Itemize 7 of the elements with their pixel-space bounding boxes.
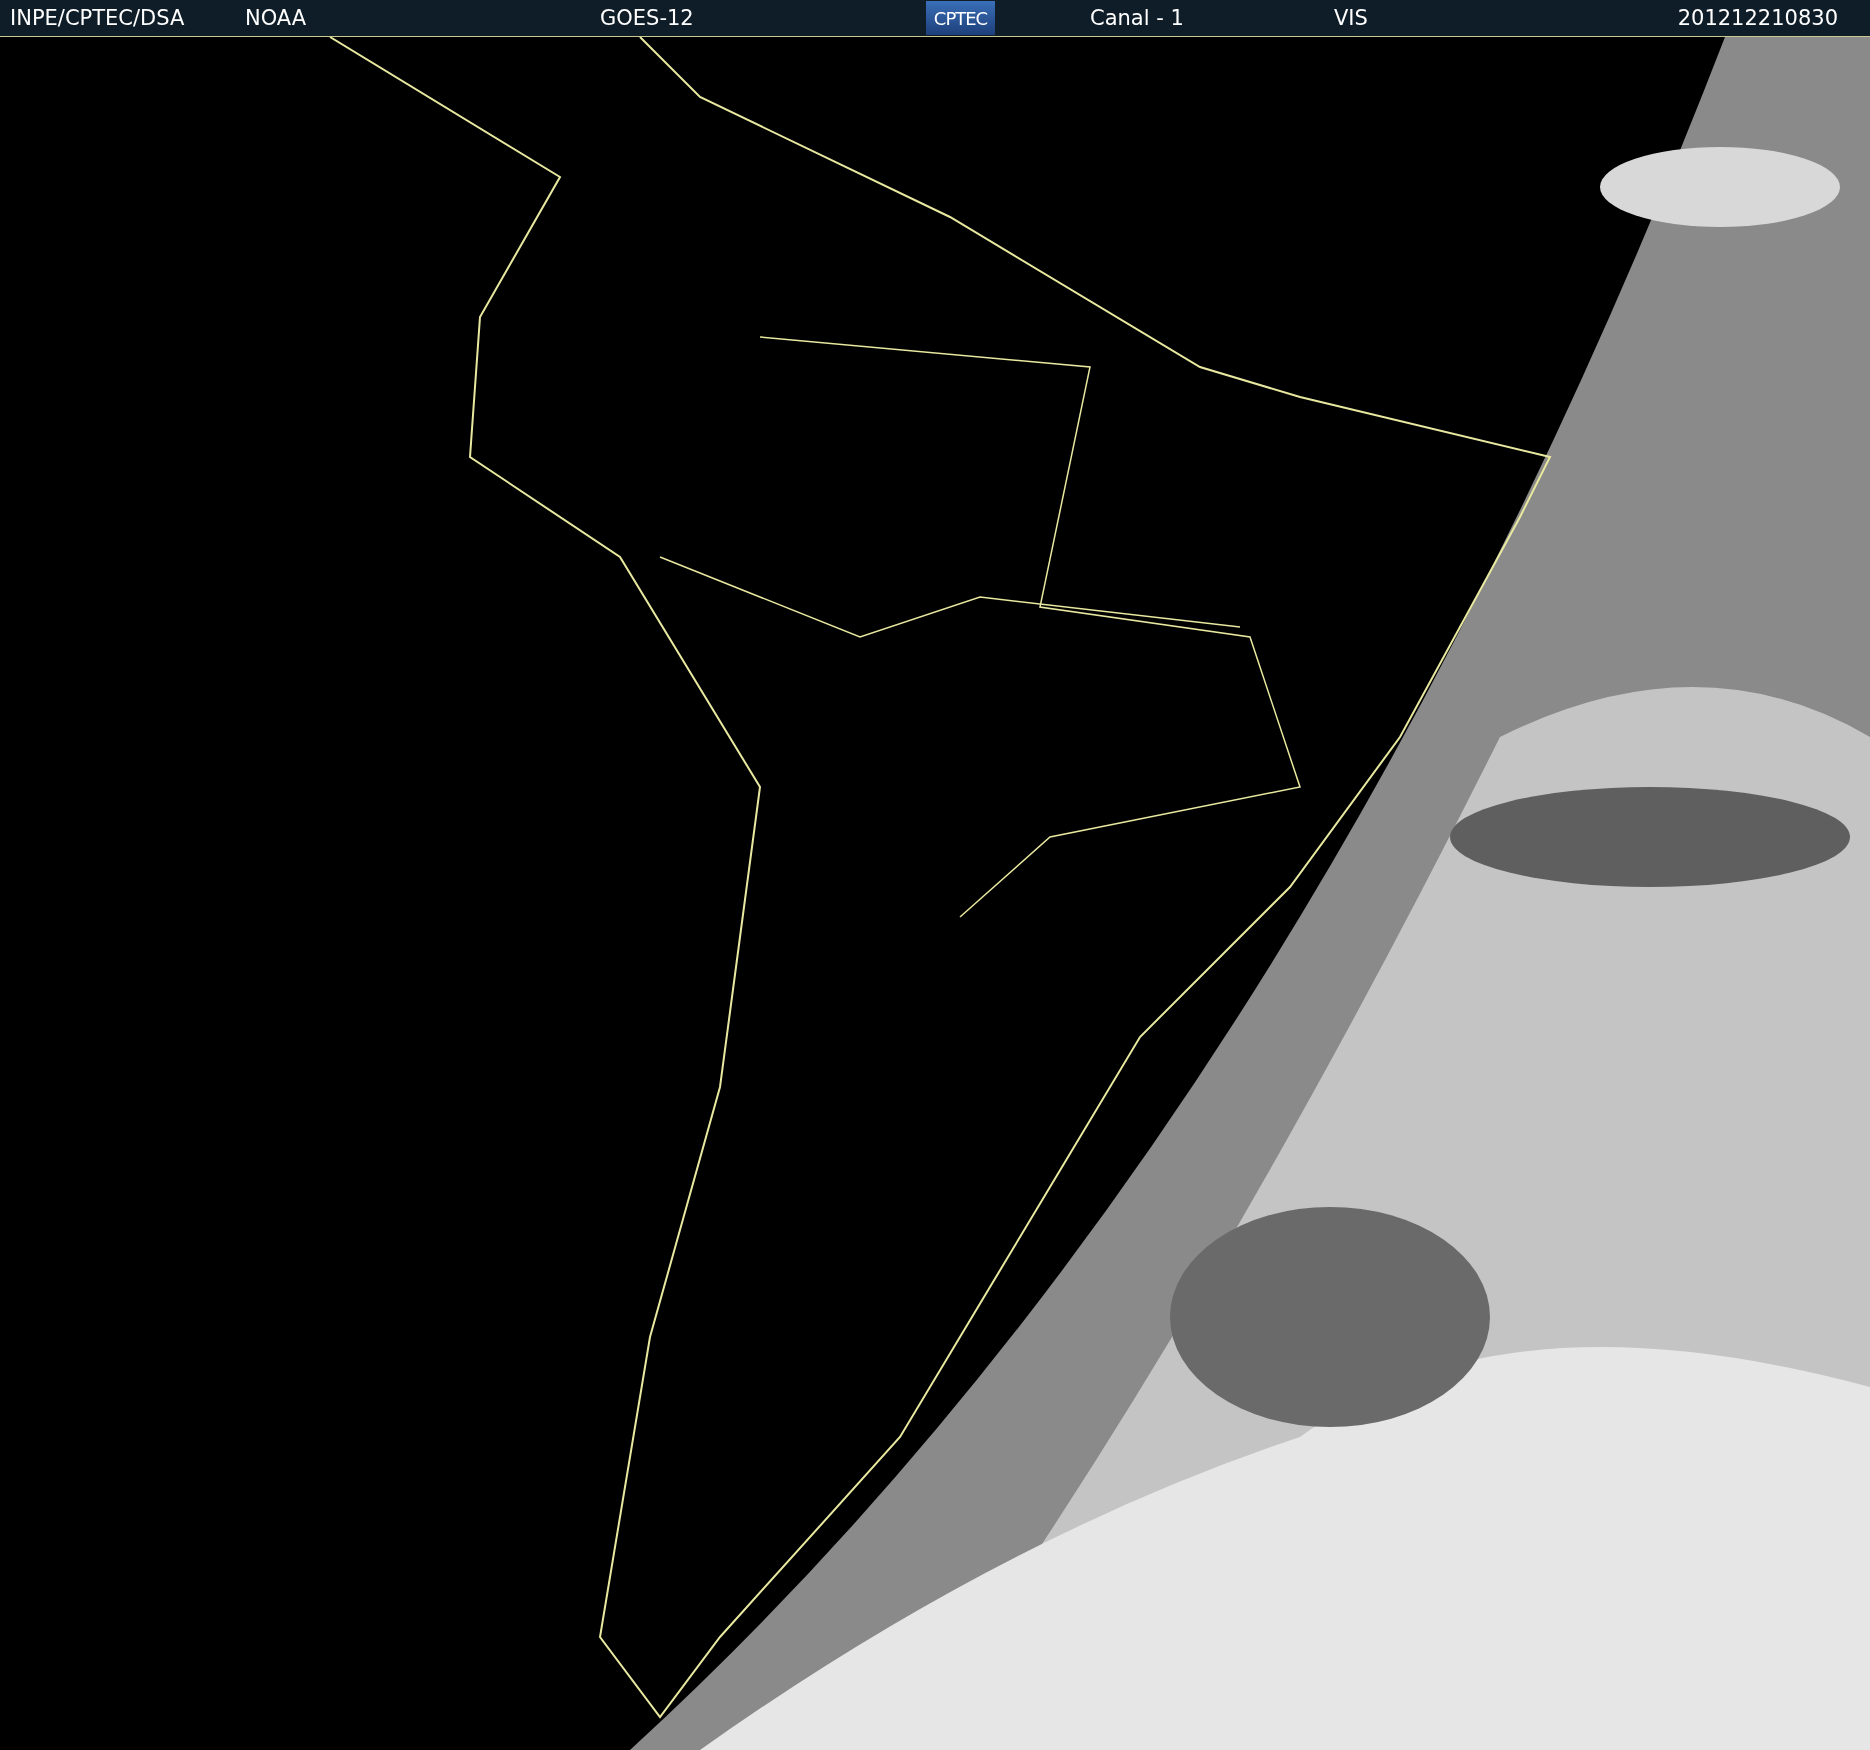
satellite-label: GOES-12 (600, 6, 695, 30)
logo: CPTEC (926, 1, 995, 35)
source-label: INPE/CPTEC/DSA (10, 6, 186, 30)
timestamp: 201212210830 (1677, 6, 1838, 30)
band-label: VIS (1334, 6, 1369, 30)
channel-label: Canal - 1 (1090, 6, 1185, 30)
agency-label: NOAA (245, 6, 308, 30)
